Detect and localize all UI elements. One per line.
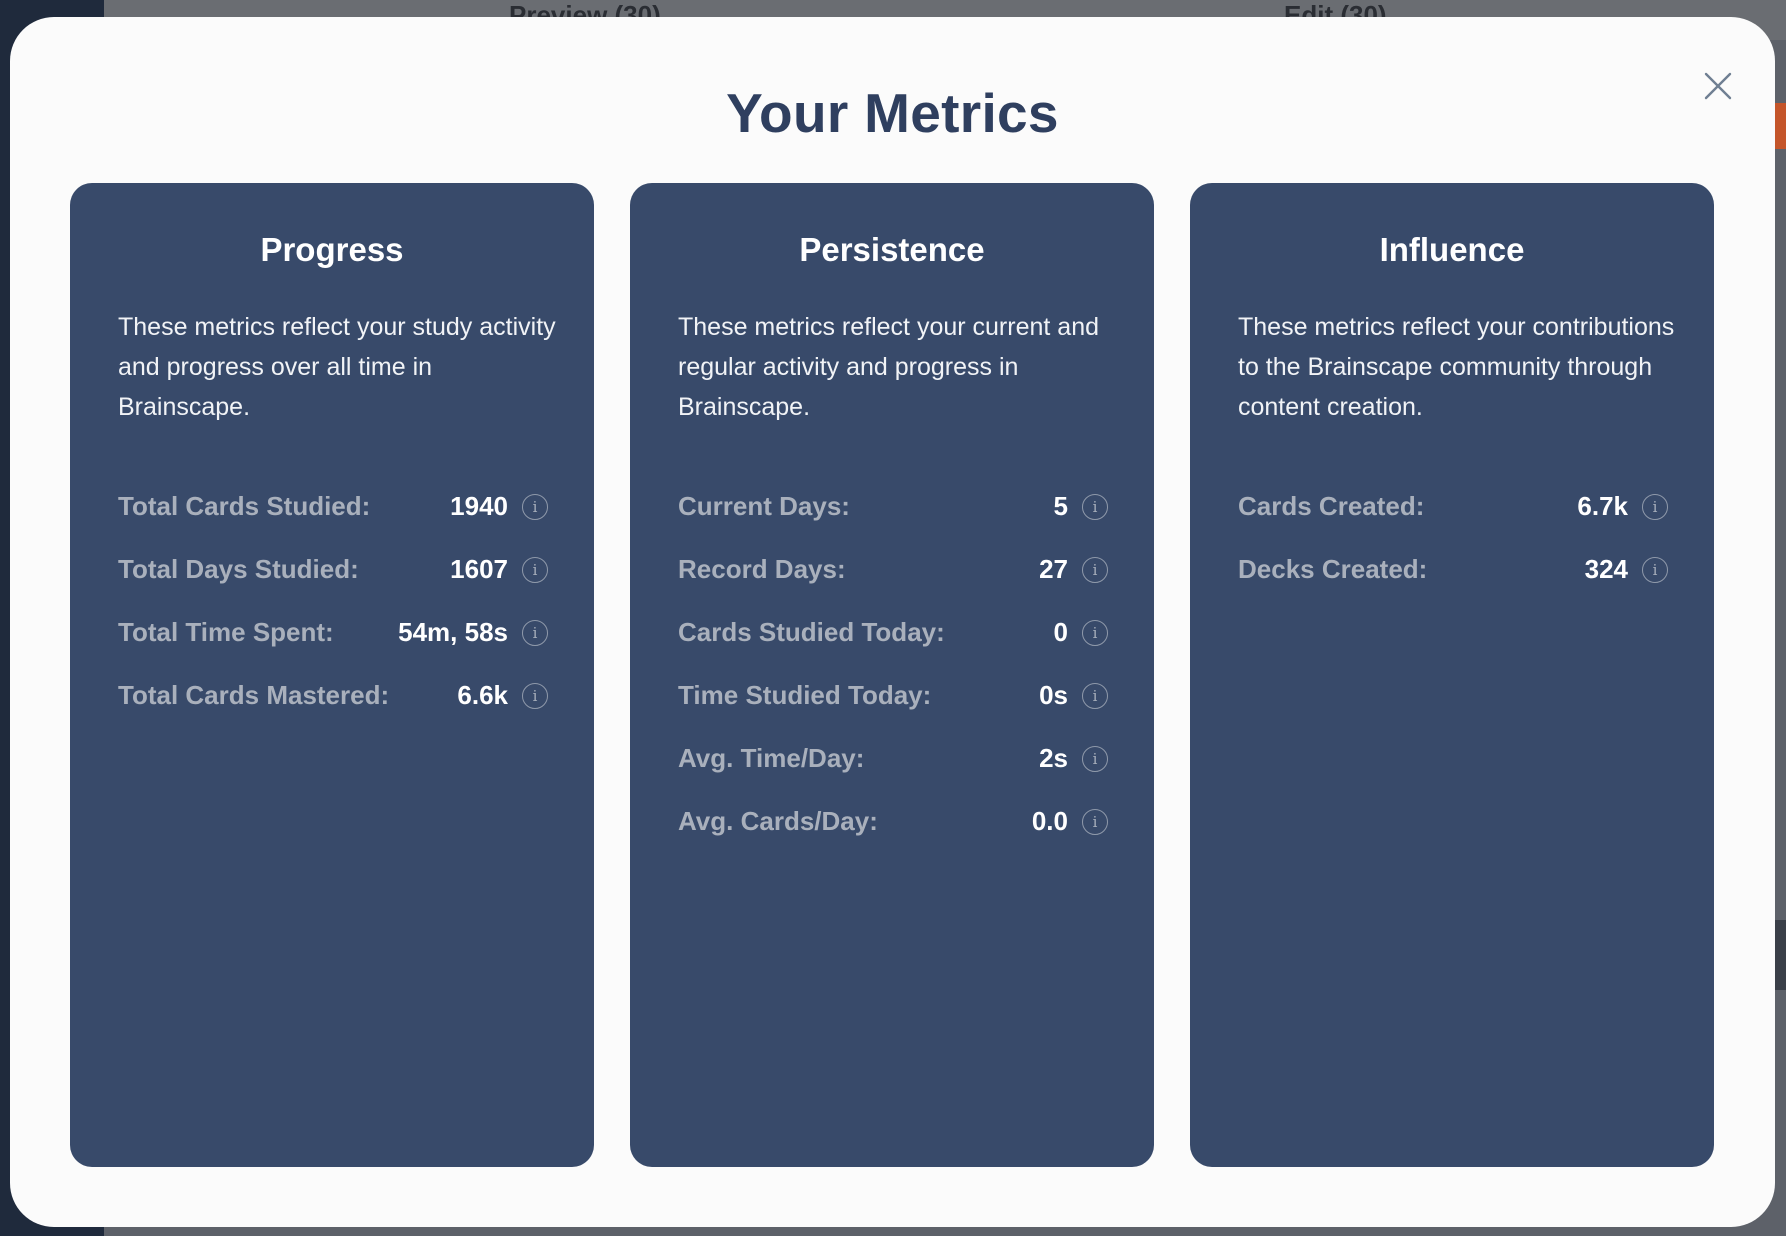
- metric-value: 0s: [1039, 680, 1068, 710]
- metric-row-total-cards-mastered: Total Cards Mastered: 6.6k i: [118, 664, 548, 727]
- info-icon[interactable]: i: [522, 619, 548, 646]
- metric-label: Avg. Time/Day:: [678, 743, 865, 773]
- influence-card: Influence These metrics reflect your con…: [1190, 183, 1714, 1167]
- info-icon[interactable]: i: [1082, 682, 1108, 709]
- metric-row-time-studied-today: Time Studied Today: 0s i: [678, 664, 1108, 727]
- metric-row-cards-created: Cards Created: 6.7k i: [1238, 475, 1668, 538]
- card-title: Influence: [1379, 231, 1525, 268]
- metric-value: 6.7k: [1577, 491, 1628, 521]
- metric-row-decks-created: Decks Created: 324 i: [1238, 538, 1668, 601]
- metric-label: Decks Created:: [1238, 554, 1428, 584]
- card-description: These metrics reflect your current and r…: [678, 313, 1099, 421]
- metric-value: 0: [1053, 617, 1068, 647]
- metric-label: Avg. Cards/Day:: [678, 806, 878, 836]
- metric-row-cards-studied-today: Cards Studied Today: 0 i: [678, 601, 1108, 664]
- info-icon[interactable]: i: [522, 556, 548, 583]
- background-panel-edge: [1774, 920, 1786, 990]
- metric-label: Record Days:: [678, 554, 846, 584]
- metric-value: 6.6k: [457, 680, 508, 710]
- metric-value: 0.0: [1031, 806, 1068, 836]
- metric-row-current-days: Current Days: 5 i: [678, 475, 1108, 538]
- persistence-card: Persistence These metrics reflect your c…: [630, 183, 1154, 1167]
- info-icon[interactable]: i: [1082, 808, 1108, 835]
- metrics-list: Total Cards Studied: 1940 i Total Days S…: [118, 475, 548, 727]
- metric-label: Total Cards Studied:: [118, 491, 371, 521]
- metrics-list: Cards Created: 6.7k i Decks Created: 324…: [1238, 475, 1668, 601]
- metric-label: Time Studied Today:: [678, 680, 932, 710]
- close-button[interactable]: [1693, 61, 1743, 111]
- close-icon: [1704, 72, 1732, 100]
- metric-value: 2s: [1039, 743, 1068, 773]
- metric-row-avg-time-per-day: Avg. Time/Day: 2s i: [678, 727, 1108, 790]
- info-icon[interactable]: i: [1082, 493, 1108, 520]
- metric-label: Cards Studied Today:: [678, 617, 945, 647]
- metric-value: 27: [1039, 554, 1068, 584]
- progress-card: Progress These metrics reflect your stud…: [70, 183, 594, 1167]
- metric-row-avg-cards-per-day: Avg. Cards/Day: 0.0 i: [678, 790, 1108, 853]
- metric-value: 1940: [450, 491, 508, 521]
- card-title: Persistence: [799, 231, 985, 268]
- info-icon[interactable]: i: [522, 493, 548, 520]
- metric-value: 54m, 58s: [398, 617, 508, 647]
- metric-value: 324: [1584, 554, 1628, 584]
- metric-label: Cards Created:: [1238, 491, 1425, 521]
- info-icon[interactable]: i: [522, 682, 548, 709]
- info-icon[interactable]: i: [1642, 556, 1668, 583]
- metric-row-total-cards-studied: Total Cards Studied: 1940 i: [118, 475, 548, 538]
- metric-row-total-time-spent: Total Time Spent: 54m, 58s i: [118, 601, 548, 664]
- card-title: Progress: [260, 231, 404, 268]
- metric-label: Total Days Studied:: [118, 554, 359, 584]
- info-icon[interactable]: i: [1642, 493, 1668, 520]
- metric-value: 1607: [450, 554, 508, 584]
- metric-value: 5: [1053, 491, 1068, 521]
- metric-label: Total Cards Mastered:: [118, 680, 390, 710]
- card-description: These metrics reflect your study activit…: [118, 313, 556, 421]
- metrics-modal: Your Metrics Progress These metrics refl…: [10, 17, 1775, 1227]
- metric-label: Current Days:: [678, 491, 850, 521]
- metric-row-record-days: Record Days: 27 i: [678, 538, 1108, 601]
- info-icon[interactable]: i: [1082, 745, 1108, 772]
- info-icon[interactable]: i: [1082, 619, 1108, 646]
- metric-label: Total Time Spent:: [118, 617, 334, 647]
- metrics-list: Current Days: 5 i Record Days: 27 i Card…: [678, 475, 1108, 853]
- card-description: These metrics reflect your contributions…: [1238, 313, 1675, 421]
- modal-title: Your Metrics: [726, 82, 1059, 144]
- metric-row-total-days-studied: Total Days Studied: 1607 i: [118, 538, 548, 601]
- info-icon[interactable]: i: [1082, 556, 1108, 583]
